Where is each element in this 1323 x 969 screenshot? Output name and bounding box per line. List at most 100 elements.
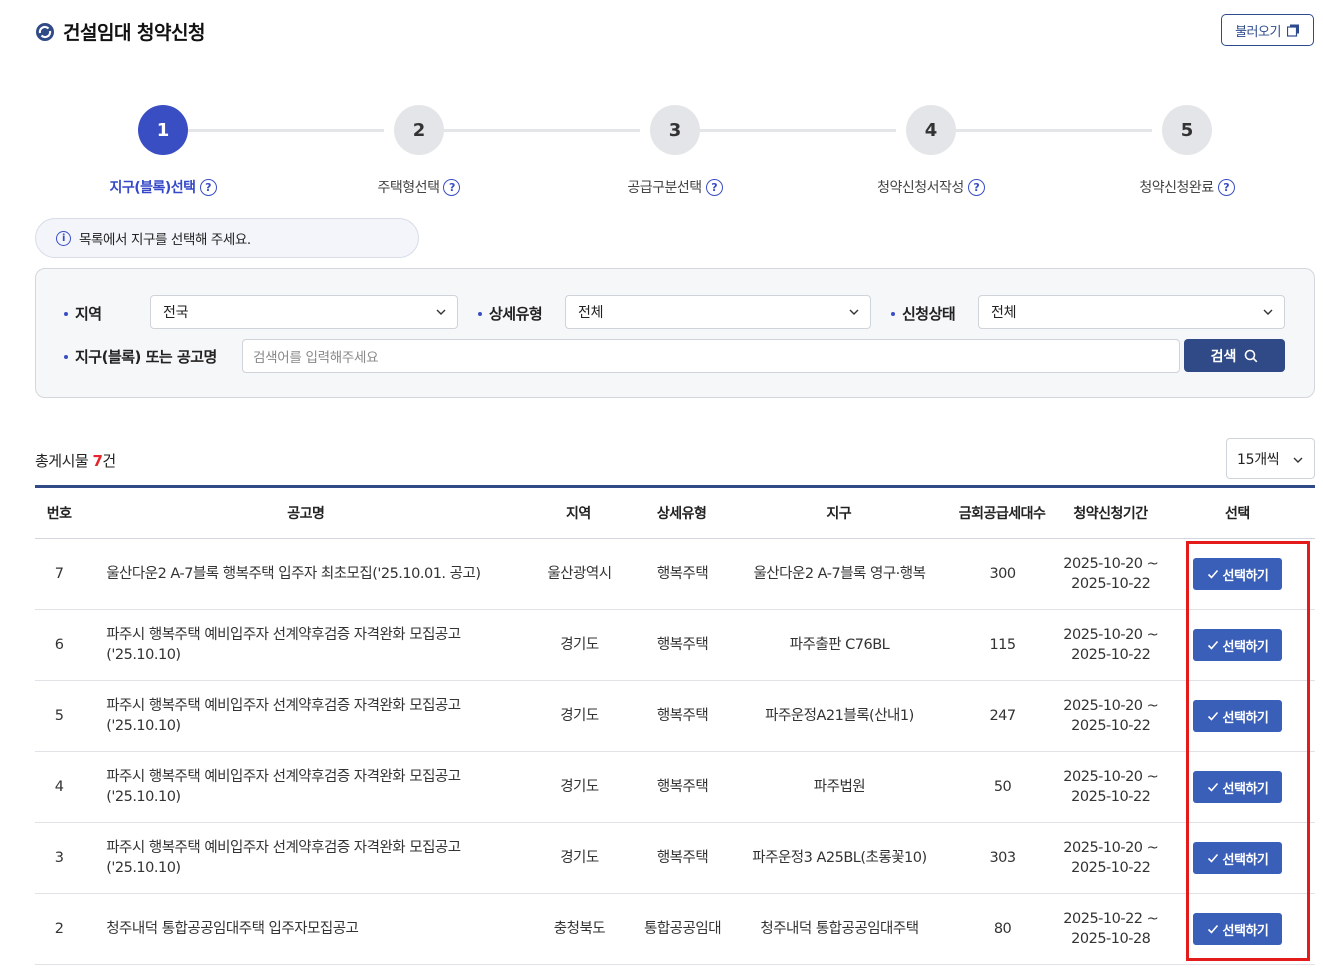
cell-title[interactable]: 파주시 행복주택 예비입주자 선계약후검증 자격완화 모집공고 ('25.10.… — [83, 767, 529, 807]
cell-select: 선택하기 — [1160, 771, 1315, 803]
cell-title[interactable]: 청주내덕 통합공공임대주택 입주자모집공고 — [83, 919, 529, 939]
select-button[interactable]: 선택하기 — [1192, 842, 1282, 874]
detail-type-select[interactable]: 전체 — [565, 295, 871, 329]
cell-no: 2 — [54, 921, 64, 937]
step-5: 5 청약신청완료 ? — [1067, 105, 1307, 197]
keyword-search-input[interactable]: 검색어를 입력해주세요 — [242, 339, 1180, 373]
detail-type-select-value: 전체 — [578, 305, 604, 321]
cell-count: 50 — [993, 779, 1012, 795]
period-end: 2025-10-22 — [1071, 718, 1151, 734]
cell-region: 경기도 — [560, 708, 599, 724]
period-start: 2025-10-20 ~ — [1063, 840, 1159, 856]
cell-title[interactable]: 파주시 행복주택 예비입주자 선계약후검증 자격완화 모집공고 ('25.10.… — [83, 696, 529, 736]
step-label-text: 지구(블록)선택 — [109, 180, 196, 196]
per-page-select[interactable]: 15개씩 — [1226, 438, 1315, 479]
period-end: 2025-10-22 — [1071, 789, 1151, 805]
help-icon[interactable]: ? — [705, 178, 723, 196]
detail-type-label-text: 상세유형 — [489, 305, 543, 323]
select-button-label: 선택하기 — [1222, 710, 1269, 726]
cell-type: 행복주택 — [656, 637, 709, 653]
help-icon[interactable]: ? — [443, 178, 461, 196]
step-label: 청약신청서작성 ? — [811, 177, 1051, 197]
cell-no: 4 — [54, 779, 64, 795]
period-end: 2025-10-22 — [1071, 576, 1151, 592]
cell-period: 2025-10-20 ~ 2025-10-22 — [1062, 767, 1160, 807]
step-label-text: 공급구분선택 — [627, 180, 702, 196]
load-button-label: 불러오기 — [1235, 24, 1281, 40]
cell-select: 선택하기 — [1160, 700, 1315, 732]
cell-period: 2025-10-22 ~ 2025-10-28 — [1062, 909, 1160, 949]
cell-count: 115 — [989, 637, 1016, 653]
help-icon[interactable]: ? — [1217, 178, 1235, 196]
result-count-number: 7 — [92, 452, 103, 470]
check-icon — [1207, 569, 1218, 579]
search-filter-panel: 지역 전국 상세유형 전체 신청상태 전체 지구(블록) 또는 공고명 검색어를… — [35, 268, 1315, 398]
period-start: 2025-10-20 ~ — [1063, 556, 1159, 572]
status-select-value: 전체 — [991, 305, 1017, 321]
help-icon[interactable]: ? — [967, 178, 985, 196]
select-button[interactable]: 선택하기 — [1192, 629, 1282, 661]
select-button[interactable]: 선택하기 — [1192, 913, 1282, 945]
cell-no: 7 — [54, 566, 64, 582]
chevron-down-icon — [1293, 457, 1303, 463]
cell-period: 2025-10-20 ~ 2025-10-22 — [1062, 625, 1160, 665]
cell-type: 행복주택 — [656, 566, 709, 582]
keyword-placeholder: 검색어를 입력해주세요 — [253, 350, 379, 366]
keyword-label-text: 지구(블록) 또는 공고명 — [75, 348, 217, 366]
select-button-label: 선택하기 — [1222, 568, 1269, 584]
chevron-down-icon — [1263, 309, 1273, 315]
step-label-text: 주택형선택 — [377, 180, 440, 196]
copy-icon — [1286, 24, 1299, 37]
result-count-suffix: 건 — [102, 452, 116, 470]
cell-no: 6 — [54, 637, 64, 653]
cell-period: 2025-10-20 ~ 2025-10-22 — [1062, 696, 1160, 736]
status-filter-label: 신청상태 — [891, 303, 956, 324]
period-end: 2025-10-22 — [1071, 647, 1151, 663]
status-select[interactable]: 전체 — [978, 295, 1285, 329]
step-4: 4 청약신청서작성 ? — [811, 105, 1051, 197]
cell-title[interactable]: 파주시 행복주택 예비입주자 선계약후검증 자격완화 모집공고 ('25.10.… — [83, 838, 529, 878]
header-type: 상세유형 — [656, 506, 707, 522]
cell-count: 80 — [993, 921, 1012, 937]
header-count: 금회공급세대수 — [958, 506, 1046, 522]
cell-title[interactable]: 파주시 행복주택 예비입주자 선계약후검증 자격완화 모집공고 ('25.10.… — [83, 625, 529, 665]
help-icon[interactable]: ? — [199, 178, 217, 196]
step-number: 4 — [906, 105, 956, 155]
region-label-text: 지역 — [75, 305, 102, 323]
cell-region: 경기도 — [560, 779, 599, 795]
select-button[interactable]: 선택하기 — [1192, 558, 1282, 590]
cell-select: 선택하기 — [1160, 629, 1315, 661]
keyword-filter-label: 지구(블록) 또는 공고명 — [64, 346, 217, 367]
bullet-dot — [478, 311, 482, 316]
bullet-dot — [64, 311, 68, 316]
per-page-value: 15개씩 — [1237, 451, 1280, 468]
cell-count: 303 — [989, 850, 1016, 866]
header-district: 지구 — [826, 506, 852, 522]
bullet-dot — [891, 311, 895, 316]
select-button-label: 선택하기 — [1222, 852, 1269, 868]
step-number: 2 — [394, 105, 444, 155]
step-label-text: 청약신청완료 — [1139, 180, 1214, 196]
select-button[interactable]: 선택하기 — [1192, 700, 1282, 732]
load-button[interactable]: 불러오기 — [1221, 14, 1314, 46]
select-button-label: 선택하기 — [1222, 639, 1269, 655]
step-label: 주택형선택 ? — [299, 177, 539, 197]
table-row: 2 청주내덕 통합공공임대주택 입주자모집공고 충청북도 통합공공임대 청주내덕… — [35, 894, 1315, 965]
region-select[interactable]: 전국 — [150, 295, 458, 329]
cell-count: 247 — [989, 708, 1016, 724]
search-button[interactable]: 검색 — [1184, 339, 1285, 372]
refresh-logo-icon — [36, 22, 54, 41]
info-message: i 목록에서 지구를 선택해 주세요. — [35, 218, 419, 258]
step-progress: 1 지구(블록)선택 ? 2 주택형선택 ? 3 공급구분선택 ? 4 청약신청… — [35, 105, 1315, 205]
cell-no: 5 — [54, 708, 64, 724]
cell-region: 경기도 — [560, 637, 599, 653]
check-icon — [1207, 640, 1218, 650]
select-button[interactable]: 선택하기 — [1192, 771, 1282, 803]
table-row: 6 파주시 행복주택 예비입주자 선계약후검증 자격완화 모집공고 ('25.1… — [35, 610, 1315, 681]
cell-title[interactable]: 울산다운2 A-7블록 행복주택 입주자 최초모집('25.10.01. 공고) — [83, 564, 529, 584]
cell-period: 2025-10-20 ~ 2025-10-22 — [1062, 554, 1160, 594]
header-title: 공고명 — [287, 506, 325, 522]
cell-district: 청주내덕 통합공공임대주택 — [760, 921, 919, 937]
cell-district: 파주출판 C76BL — [789, 637, 890, 653]
search-icon — [1245, 349, 1258, 362]
